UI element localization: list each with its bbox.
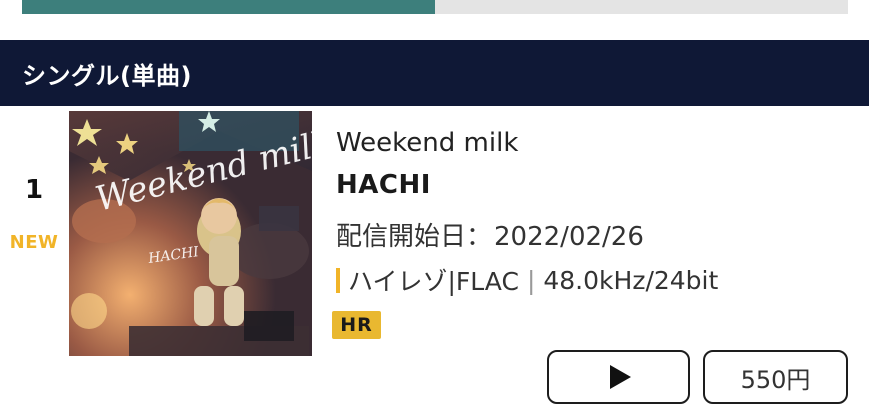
section-header: シングル(単曲) [0, 40, 869, 106]
progress-fill [22, 0, 435, 14]
format-accent-bar [336, 267, 340, 293]
new-badge: NEW [9, 232, 59, 253]
hi-res-badge: HR [332, 311, 381, 339]
format-separator: | [526, 265, 536, 295]
album-cover[interactable]: Weekend milk HACHI [69, 111, 312, 356]
release-label: 配信開始日： [336, 222, 493, 252]
track-title[interactable]: Weekend milk [336, 128, 518, 158]
format-type: ハイレゾ|FLAC [348, 267, 519, 296]
section-title: シングル(単曲) [22, 61, 192, 90]
play-icon [610, 365, 631, 389]
progress-bar [22, 0, 848, 14]
album-cover-art: Weekend milk HACHI [69, 111, 312, 356]
format-info: ハイレゾ|FLAC | 48.0kHz/24bit [336, 262, 718, 298]
format-spec: 48.0kHz/24bit [543, 265, 719, 295]
release-date-value: 2022/02/26 [494, 222, 644, 252]
release-date: 配信開始日：2022/02/26 [336, 216, 644, 253]
play-button[interactable] [547, 350, 690, 404]
artist-name[interactable]: HACHI [336, 170, 431, 200]
rank-number: 1 [24, 175, 44, 205]
price-button[interactable]: 550円 [703, 350, 848, 404]
